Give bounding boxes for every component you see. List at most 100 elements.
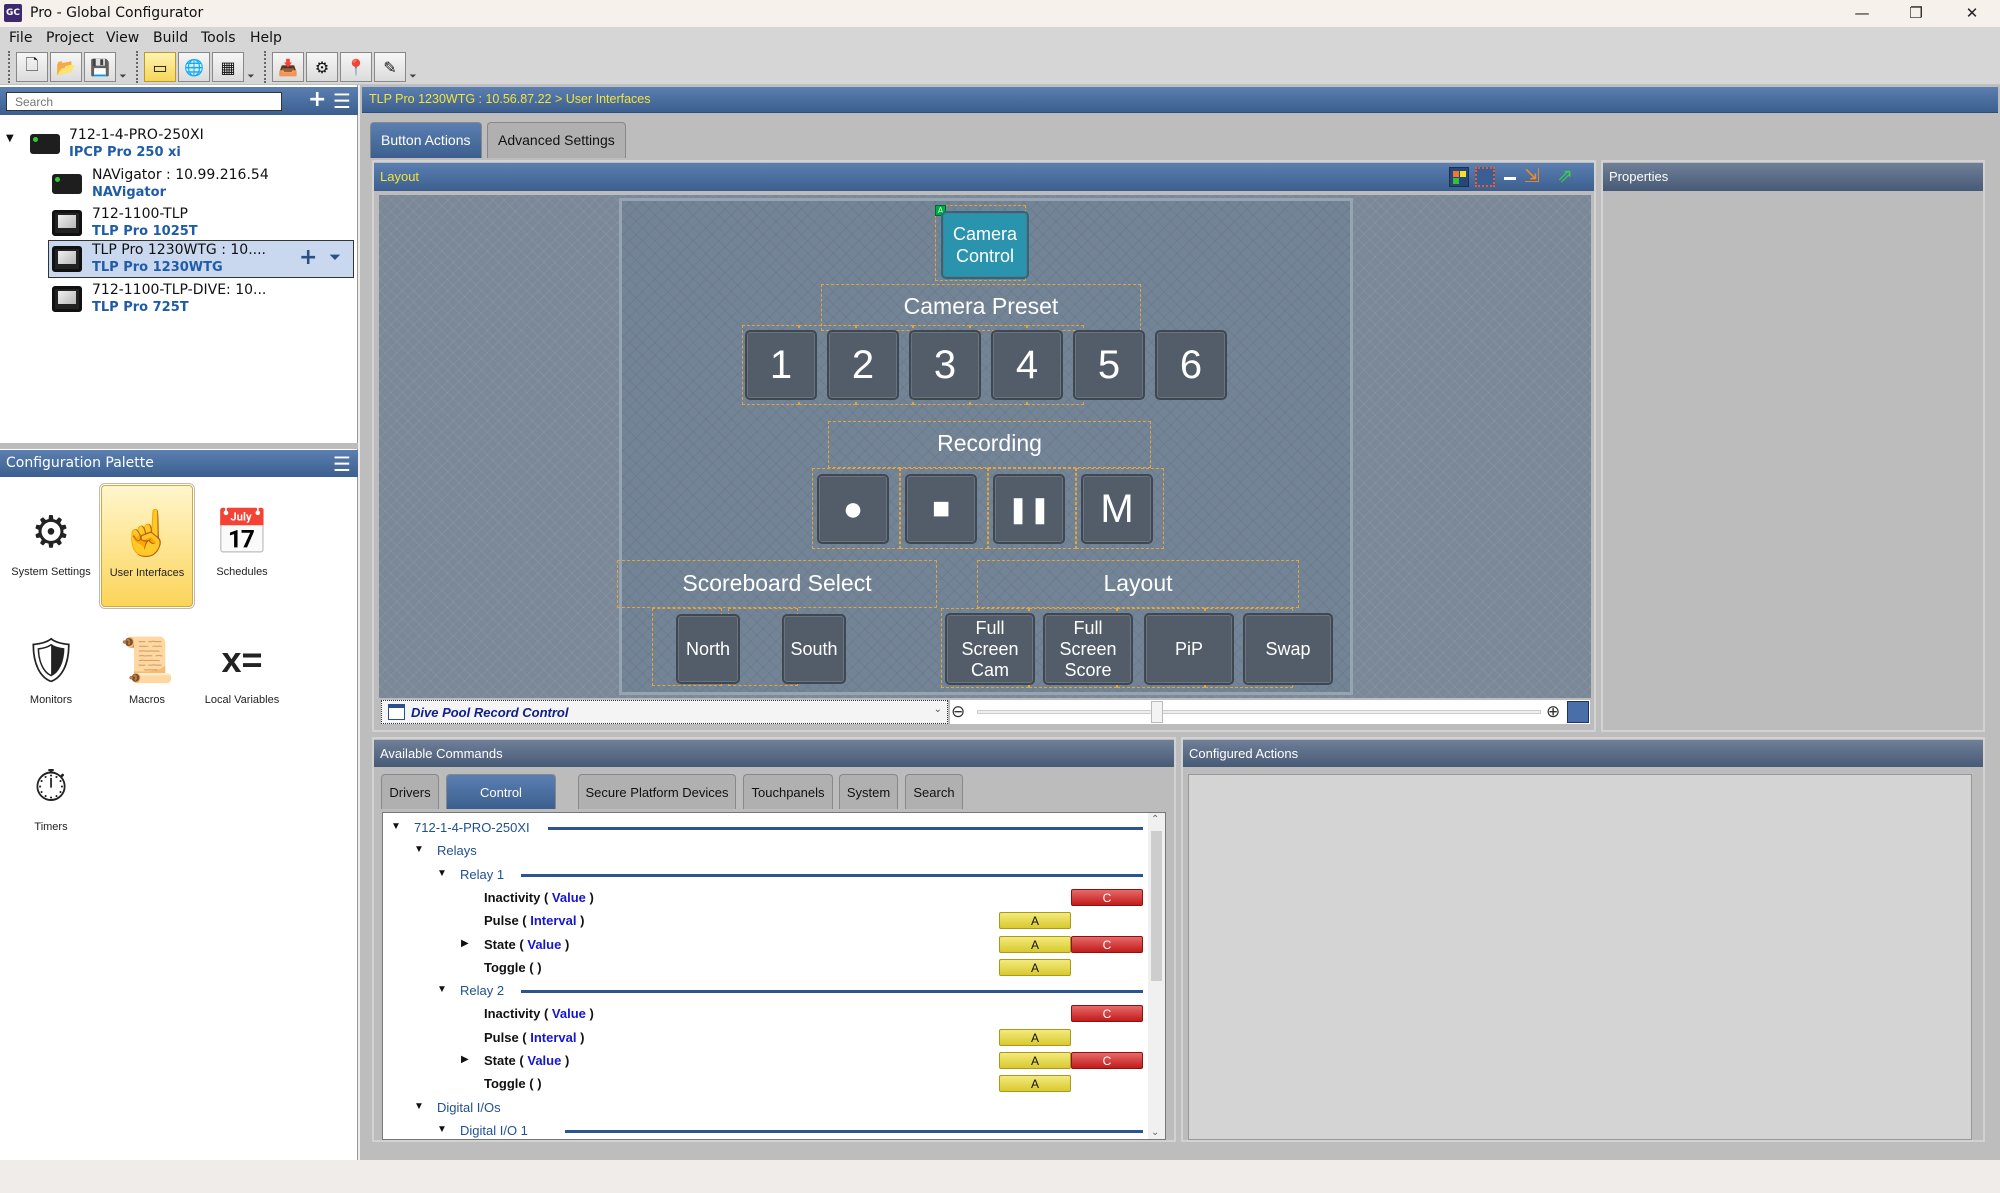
restore-button[interactable]: ❐ — [1888, 0, 1944, 27]
expand-arrow-icon[interactable]: ▼ — [391, 821, 401, 832]
command-group-row[interactable]: ▼ Relay 1 — [383, 864, 1153, 886]
pip-button[interactable]: PiP — [1144, 613, 1234, 685]
tab-search[interactable]: Search — [905, 774, 963, 809]
full-screen-cam-button[interactable]: Full Screen Cam — [945, 613, 1035, 685]
south-button[interactable]: South — [782, 614, 846, 684]
globe-icon[interactable]: 🌐 — [178, 52, 210, 82]
north-button[interactable]: North — [676, 614, 740, 684]
tab-touchpanels[interactable]: Touchpanels — [743, 774, 833, 809]
add-condition-chip[interactable]: C — [1071, 935, 1143, 953]
tree-node-tlp-1230wtg-selected[interactable]: TLP Pro 1230WTG : 10.... TLP Pro 1230WTG… — [48, 240, 354, 278]
node-options-icon[interactable]: ⏷ — [329, 248, 341, 266]
mark-button[interactable]: M — [1081, 474, 1153, 544]
command-row[interactable]: ▶ State ( Value ) A C — [383, 1050, 1153, 1072]
command-row[interactable]: Toggle ( ) A — [383, 1073, 1153, 1095]
page-select-dropdown[interactable]: Dive Pool Record Control ⌄ — [381, 700, 948, 724]
fit-to-window-icon[interactable] — [1567, 701, 1589, 723]
expand-arrow-icon[interactable]: ▼ — [414, 1101, 424, 1112]
add-device-icon[interactable]: + — [308, 89, 326, 111]
add-action-chip[interactable]: A — [999, 935, 1071, 953]
command-row[interactable]: Inactivity ( Value ) C — [383, 1003, 1153, 1025]
menu-project[interactable]: Project — [46, 30, 94, 46]
preset-4-button[interactable]: 4 — [991, 330, 1063, 400]
preset-6-button[interactable]: 6 — [1155, 330, 1227, 400]
color-layout-icon[interactable] — [1449, 167, 1469, 187]
menu-help[interactable]: Help — [250, 30, 282, 46]
tab-advanced-settings[interactable]: Advanced Settings — [487, 122, 626, 158]
settings-pen-icon[interactable]: ✎ — [374, 52, 406, 82]
minimize-icon[interactable] — [1504, 177, 1516, 180]
tab-secure-platform-devices[interactable]: Secure Platform Devices — [578, 774, 736, 809]
tab-control-processors[interactable]: Control Processors — [446, 774, 556, 835]
preset-1-button[interactable]: 1 — [745, 330, 817, 400]
add-action-chip[interactable]: A — [999, 1075, 1071, 1093]
expand-arrow-icon[interactable]: ▼ — [437, 1124, 447, 1135]
expand-arrow-icon[interactable]: ▶ — [461, 938, 469, 949]
add-condition-chip[interactable]: C — [1071, 1052, 1143, 1069]
command-row[interactable]: Inactivity ( Value ) C — [383, 887, 1153, 909]
zoom-out-icon[interactable]: ⊖ — [951, 702, 965, 722]
panel-splitter[interactable] — [0, 443, 358, 449]
scrollbar-thumb[interactable] — [1151, 831, 1162, 981]
grid-icon[interactable]: ▦ — [212, 52, 244, 82]
expand-arrow-icon[interactable]: ▼ — [6, 133, 14, 144]
device-search-input[interactable] — [6, 92, 282, 111]
new-file-icon[interactable]: 🗋 — [16, 52, 48, 82]
command-group-row[interactable]: ▼ Digital I/Os — [383, 1097, 1153, 1119]
command-group-row[interactable]: ▼ Digital I/O 1 — [383, 1120, 1153, 1139]
stop-button[interactable]: ■ — [905, 474, 977, 544]
zoom-slider-thumb[interactable] — [1151, 701, 1164, 723]
tab-drivers[interactable]: Drivers — [381, 774, 439, 809]
import-icon[interactable]: ⇲ — [1524, 165, 1540, 187]
scroll-down-icon[interactable]: ⌄ — [1151, 1127, 1159, 1138]
add-action-chip[interactable]: A — [999, 1052, 1071, 1069]
palette-item-local-variables[interactable]: x= Local Variables — [196, 625, 288, 735]
palette-item-timers[interactable]: ⏱ Timers — [5, 752, 97, 862]
add-child-icon[interactable]: + — [299, 245, 317, 270]
palette-menu-icon[interactable]: ☰ — [333, 453, 351, 475]
command-row[interactable]: ▶ State ( Value ) A C — [383, 934, 1153, 956]
menu-tools[interactable]: Tools — [201, 30, 236, 46]
command-group-row[interactable]: ▼ Relay 2 — [383, 980, 1153, 1002]
expand-arrow-icon[interactable]: ▶ — [461, 1054, 469, 1065]
add-condition-chip[interactable]: C — [1071, 1005, 1143, 1023]
command-row[interactable]: Toggle ( ) A — [383, 957, 1153, 979]
camera-control-button[interactable]: Camera Control — [941, 211, 1029, 279]
add-action-chip[interactable]: A — [999, 1028, 1071, 1046]
tab-button-actions[interactable]: Button Actions — [370, 122, 482, 158]
pause-button[interactable]: ❚❚ — [993, 474, 1065, 544]
tab-system[interactable]: System — [839, 774, 898, 809]
command-tree-scrollbar[interactable]: ⌃ ⌄ — [1148, 813, 1165, 1139]
palette-item-schedules[interactable]: 📅 Schedules — [196, 497, 288, 607]
preset-3-button[interactable]: 3 — [909, 330, 981, 400]
tree-node-tlp-1025t[interactable]: 712-1100-TLP TLP Pro 1025T — [0, 204, 355, 242]
open-folder-icon[interactable]: 📂 — [50, 52, 82, 82]
zoom-in-icon[interactable]: ⊕ — [1546, 702, 1560, 722]
tree-menu-icon[interactable]: ☰ — [333, 90, 351, 112]
expand-arrow-icon[interactable]: ▼ — [414, 844, 424, 855]
command-group-row[interactable]: ▼ Relays — [383, 840, 1153, 862]
preset-5-button[interactable]: 5 — [1073, 330, 1145, 400]
scroll-up-icon[interactable]: ⌃ — [1151, 814, 1159, 825]
touchpanel-icon[interactable]: ▭ — [144, 52, 176, 82]
palette-item-macros[interactable]: 📜 Macros — [101, 625, 193, 735]
full-screen-score-button[interactable]: Full Screen Score — [1043, 613, 1133, 685]
network-tool-icon[interactable]: ⚙ — [306, 52, 338, 82]
zoom-slider[interactable] — [977, 710, 1541, 714]
export-icon[interactable]: ⇗ — [1557, 165, 1573, 187]
tree-node-navigator[interactable]: NAVigator : 10.99.216.54 NAVigator — [0, 165, 355, 203]
palette-item-monitors[interactable]: 🛡 Monitors — [5, 625, 97, 735]
menu-view[interactable]: View — [106, 30, 139, 46]
palette-item-user-interfaces[interactable]: ☝ User Interfaces — [99, 483, 195, 609]
expand-arrow-icon[interactable]: ▼ — [437, 984, 447, 995]
close-button[interactable]: ✕ — [1944, 0, 2000, 27]
palette-item-system-settings[interactable]: ⚙ System Settings — [5, 497, 97, 607]
preset-2-button[interactable]: 2 — [827, 330, 899, 400]
selection-icon[interactable] — [1475, 167, 1495, 187]
minimize-button[interactable]: — — [1834, 0, 1890, 27]
location-pin-icon[interactable]: 📍 — [340, 52, 372, 82]
command-group-row[interactable]: ▼ 712-1-4-PRO-250XI — [383, 817, 1153, 839]
command-row[interactable]: Pulse ( Interval ) A — [383, 1027, 1153, 1049]
menu-build[interactable]: Build — [153, 30, 188, 46]
command-row[interactable]: Pulse ( Interval ) A — [383, 910, 1153, 932]
